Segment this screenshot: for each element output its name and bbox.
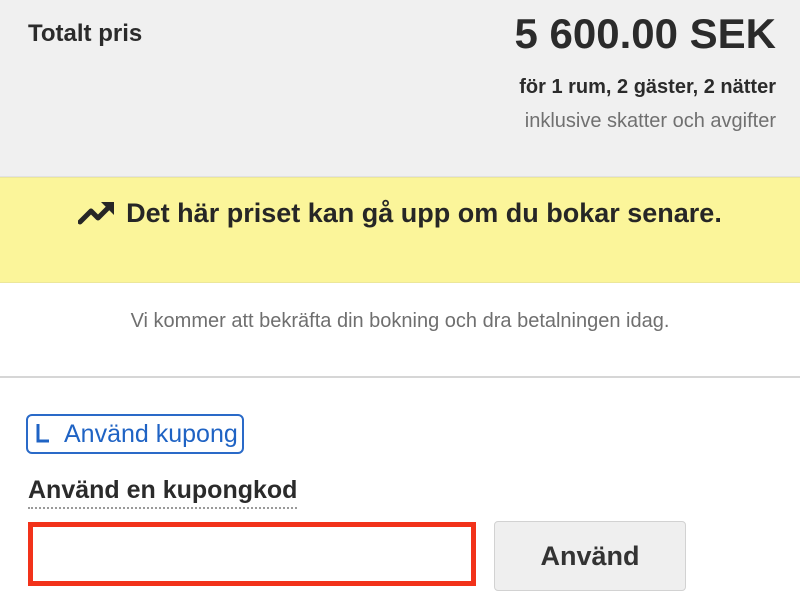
coupon-code-input[interactable] — [28, 522, 476, 586]
coupon-code-label: Använd en kupongkod — [28, 476, 298, 509]
price-detail: för 1 rum, 2 gäster, 2 nätter — [519, 76, 776, 98]
use-coupon-toggle[interactable]: Använd kupong — [26, 414, 244, 454]
price-summary-panel: Totalt pris 5 600.00 SEK för 1 rum, 2 gä… — [0, 0, 800, 177]
section-divider — [0, 376, 800, 378]
booking-confirmation-text: Vi kommer att bekräfta din bokning och d… — [130, 310, 670, 332]
use-coupon-label: Använd kupong — [64, 419, 238, 448]
apply-coupon-button[interactable]: Använd — [494, 521, 686, 591]
price-tax-note: inklusive skatter och avgifter — [524, 110, 776, 132]
price-warning-banner: Det här priset kan gå upp om du bokar se… — [0, 177, 800, 283]
total-price-amount: 5 600.00 SEK — [514, 10, 776, 57]
trending-up-icon — [77, 196, 116, 238]
price-warning-text: Det här priset kan gå upp om du bokar se… — [126, 198, 722, 228]
checkbox-bracket-icon — [36, 422, 50, 444]
total-price-label: Totalt pris — [28, 20, 143, 47]
